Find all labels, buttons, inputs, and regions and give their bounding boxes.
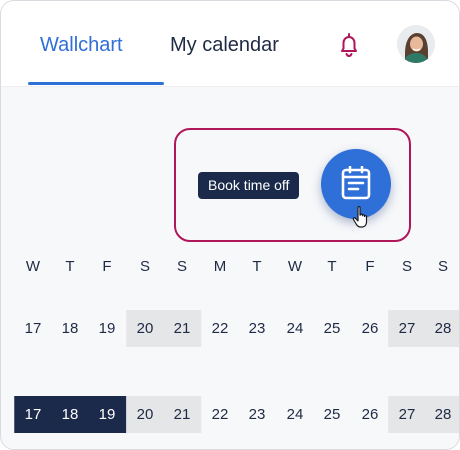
bell-icon[interactable]: [337, 32, 361, 58]
date-cell[interactable]: 24: [276, 396, 314, 433]
book-time-off-tooltip: Book time off: [198, 172, 300, 199]
calendar-row: 17 18 19 20 21 22 23 24 25 26 27 28: [1, 310, 459, 347]
weekday-label: F: [102, 258, 112, 275]
weekday-label: S: [176, 258, 187, 275]
date-cell[interactable]: 23: [238, 310, 276, 347]
date-cell-booked[interactable]: 18: [51, 396, 89, 433]
weekday-label: W: [25, 258, 41, 275]
hand-cursor-icon: [352, 206, 368, 228]
date-cell-booked[interactable]: 17: [14, 396, 52, 433]
weekday-label: M: [213, 258, 227, 275]
date-cell[interactable]: 22: [201, 396, 239, 433]
date-cell[interactable]: 22: [201, 310, 239, 347]
date-cell[interactable]: 18: [51, 310, 89, 347]
date-cell-weekend[interactable]: 21: [163, 310, 201, 347]
date-cell[interactable]: 26: [351, 396, 389, 433]
weekday-header-row: W T F S S M T W T F S S: [1, 258, 459, 282]
calendar-icon: [341, 166, 371, 200]
date-cell[interactable]: 25: [313, 310, 351, 347]
weekday-label: F: [365, 258, 375, 275]
calendar-row-booked: 17 18 19 20 21 22 23 24 25 26 27 28: [1, 396, 459, 433]
date-cell[interactable]: 24: [276, 310, 314, 347]
date-cell[interactable]: 19: [88, 310, 126, 347]
tab-my-calendar[interactable]: My calendar: [170, 29, 279, 61]
weekday-label: W: [287, 258, 303, 275]
date-cell-weekend[interactable]: 20: [126, 310, 164, 347]
date-cell[interactable]: 26: [351, 310, 389, 347]
weekday-label: T: [327, 258, 337, 275]
weekday-label: S: [437, 258, 448, 275]
date-cell[interactable]: 25: [313, 396, 351, 433]
date-cell[interactable]: 17: [14, 310, 52, 347]
weekday-label: T: [65, 258, 75, 275]
top-navigation: Wallchart My calendar: [1, 1, 459, 87]
date-cell-weekend[interactable]: 28: [424, 310, 459, 347]
user-avatar[interactable]: [397, 25, 435, 63]
weekday-label: T: [252, 258, 262, 275]
tab-wallchart[interactable]: Wallchart: [40, 29, 123, 61]
date-cell[interactable]: 23: [238, 396, 276, 433]
app-window: Wallchart My calendar Book time off W T …: [0, 0, 460, 450]
date-cell-weekend[interactable]: 21: [163, 396, 201, 433]
date-cell-weekend[interactable]: 20: [126, 396, 164, 433]
date-cell-weekend[interactable]: 27: [388, 396, 426, 433]
date-cell-weekend[interactable]: 28: [424, 396, 459, 433]
date-cell-booked[interactable]: 19: [88, 396, 126, 433]
active-tab-indicator: [28, 82, 164, 85]
weekday-label: S: [139, 258, 150, 275]
weekday-label: S: [401, 258, 412, 275]
date-cell-weekend[interactable]: 27: [388, 310, 426, 347]
